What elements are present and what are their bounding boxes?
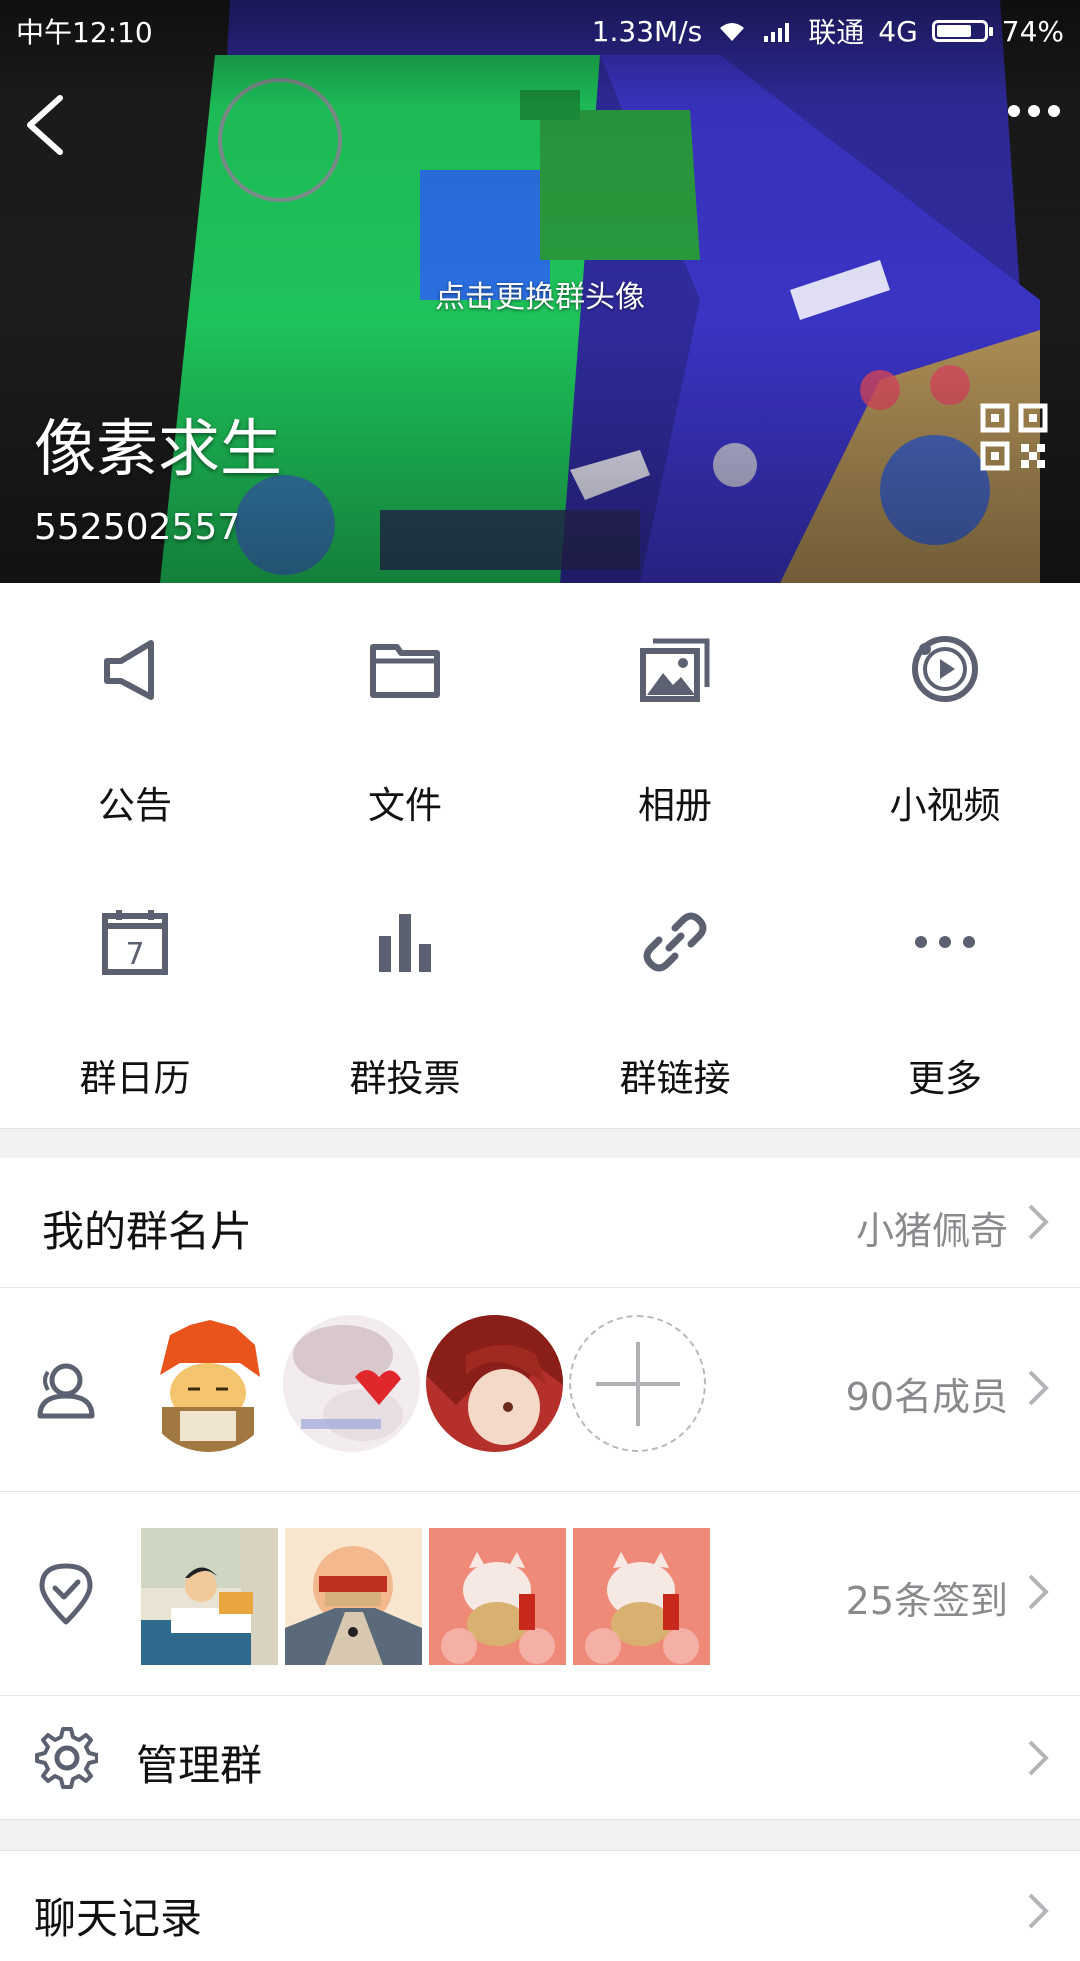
section-divider — [0, 1820, 1080, 1851]
gear-icon — [35, 1727, 98, 1789]
members-icon — [37, 1363, 95, 1419]
chevron-right-icon — [1028, 1370, 1049, 1406]
bar-chart-icon — [379, 914, 431, 972]
feature-label: 文件 — [368, 784, 442, 827]
row-title: 管理群 — [136, 1741, 263, 1790]
folder-icon — [370, 644, 440, 698]
feature-files[interactable]: 文件 — [270, 583, 540, 856]
network-speed: 1.33M/s — [591, 14, 703, 48]
checkin-photo[interactable] — [429, 1528, 566, 1665]
feature-more[interactable]: 更多 — [810, 856, 1080, 1129]
feature-label: 群日历 — [79, 1057, 191, 1100]
battery-percent: 74% — [1001, 14, 1064, 48]
chevron-right-icon — [1028, 1204, 1049, 1240]
feature-label: 群链接 — [619, 1057, 731, 1100]
calendar-day: 7 — [125, 937, 144, 972]
link-icon — [643, 912, 707, 972]
group-header[interactable]: 中午12:10 1.33M/s 联通 4G 74% 点击更换群头像 像素求生 5… — [0, 0, 1080, 583]
manage-group-row[interactable]: 管理群 — [0, 1696, 1080, 1820]
chat-history-row[interactable]: 聊天记录 — [0, 1851, 1080, 1961]
feature-label: 群投票 — [349, 1057, 461, 1100]
feature-label: 小视频 — [889, 784, 1001, 827]
carrier-name: 联通 — [808, 16, 865, 49]
battery-icon — [931, 20, 993, 42]
network-type: 4G — [878, 14, 918, 48]
feature-calendar[interactable]: 7 群日历 — [0, 856, 270, 1129]
feature-label: 相册 — [638, 784, 712, 827]
checkin-photo[interactable] — [285, 1528, 422, 1665]
group-id: 552502557 — [34, 507, 241, 548]
group-name: 像素求生 — [34, 412, 283, 485]
row-title: 聊天记录 — [34, 1894, 203, 1943]
feature-announcement[interactable]: 公告 — [0, 583, 270, 856]
my-group-card-row[interactable]: 我的群名片 小猪佩奇 — [0, 1158, 1080, 1288]
feature-album[interactable]: 相册 — [540, 583, 810, 856]
calendar-icon: 7 — [102, 910, 168, 975]
row-title: 我的群名片 — [42, 1207, 253, 1256]
add-member-button[interactable] — [569, 1315, 706, 1452]
wifi-icon — [720, 23, 745, 41]
qr-code-icon[interactable] — [980, 403, 1048, 471]
location-check-icon — [39, 1563, 93, 1625]
status-bar: 中午12:10 1.33M/s 联通 4G 74% — [0, 0, 1080, 56]
section-divider — [0, 1128, 1080, 1160]
chevron-right-icon — [1028, 1740, 1049, 1776]
album-icon — [640, 638, 710, 702]
feature-label: 更多 — [908, 1057, 982, 1100]
more-icon — [915, 936, 975, 948]
feature-link[interactable]: 群链接 — [540, 856, 810, 1129]
member-avatar[interactable] — [426, 1315, 563, 1452]
feature-grid: 公告 文件 相册 小视频 7 群日历 群投票 群链接 更多 — [0, 583, 1080, 1129]
video-icon — [912, 636, 978, 702]
megaphone-icon — [104, 640, 154, 700]
member-count: 90名成员 — [845, 1375, 1008, 1419]
row-value: 小猪佩奇 — [855, 1209, 1008, 1253]
checkin-photo[interactable] — [573, 1528, 710, 1665]
change-avatar-hint[interactable]: 点击更换群头像 — [0, 272, 1080, 316]
more-options-icon[interactable] — [1008, 105, 1060, 117]
chevron-right-icon — [1028, 1574, 1049, 1610]
member-avatar[interactable] — [283, 1315, 420, 1452]
status-time: 中午12:10 — [16, 16, 153, 49]
members-row[interactable]: 90名成员 — [0, 1288, 1080, 1492]
back-arrow-icon[interactable] — [18, 90, 78, 160]
chevron-right-icon — [1028, 1893, 1049, 1929]
signal-icon — [764, 23, 790, 42]
member-avatar[interactable] — [140, 1315, 277, 1452]
checkin-photo[interactable] — [141, 1528, 278, 1665]
feature-vote[interactable]: 群投票 — [270, 856, 540, 1129]
checkin-count: 25条签到 — [845, 1579, 1008, 1623]
feature-short-video[interactable]: 小视频 — [810, 583, 1080, 856]
feature-label: 公告 — [98, 784, 172, 827]
checkin-row[interactable]: 25条签到 — [0, 1492, 1080, 1696]
